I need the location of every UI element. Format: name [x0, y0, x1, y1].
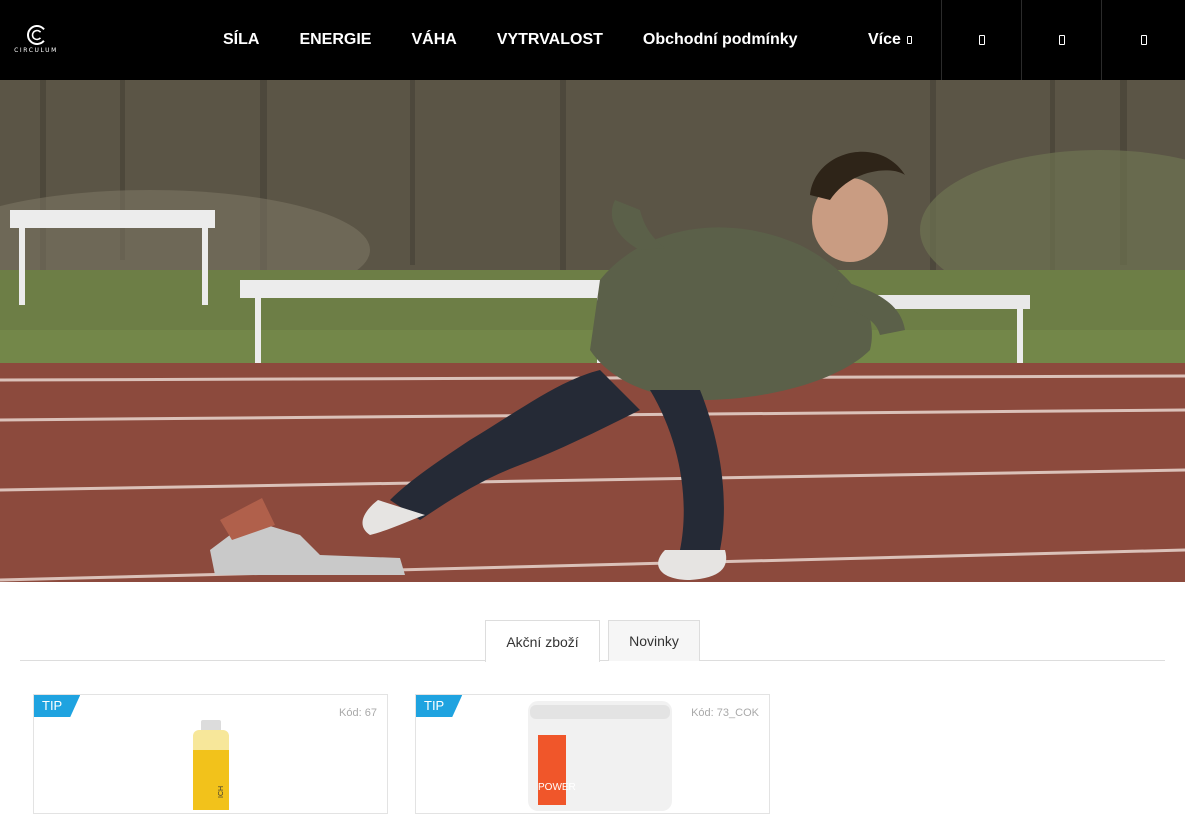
tip-badge: TIP [416, 695, 462, 717]
chevron-down-icon [906, 36, 912, 44]
nav-more-label: Více [868, 31, 901, 48]
product-code: Kód: 73_COK [691, 707, 759, 719]
product-card[interactable]: TIP Kód: 73_COK POWER [415, 694, 770, 814]
logo-mark-icon [27, 25, 47, 45]
hero-banner[interactable] [0, 80, 1185, 582]
product-image-bottle[interactable]: ICH [189, 720, 233, 810]
product-code: Kód: 67 [339, 707, 377, 719]
product-label-text: POWER [538, 782, 576, 793]
product-card[interactable]: TIP Kód: 67 ICH [33, 694, 388, 814]
logo-wordmark: CIRCULUM [14, 47, 58, 54]
nav-item-vaha[interactable]: VÁHA [411, 31, 456, 49]
tip-badge: TIP [34, 695, 80, 717]
product-code-label: Kód: [339, 707, 362, 719]
product-image-tub[interactable]: POWER [528, 701, 672, 811]
nav-item-vytrvalost[interactable]: VYTRVALOST [497, 31, 603, 49]
product-label-text: ICH [218, 786, 225, 798]
nav-more-button[interactable]: Více [868, 31, 912, 49]
cart-icon [1140, 35, 1147, 45]
tab-akcni-zbozi[interactable]: Akční zboží [485, 620, 600, 662]
nav-item-sila[interactable]: SÍLA [223, 31, 259, 49]
search-icon [978, 35, 985, 45]
tab-novinky[interactable]: Novinky [608, 620, 700, 661]
product-code-value: 67 [364, 707, 377, 719]
product-tabs: Akční zboží Novinky [20, 620, 1165, 662]
nav-item-obchodni-podminky[interactable]: Obchodní podmínky [643, 31, 798, 49]
user-icon [1058, 35, 1065, 45]
cart-button[interactable] [1101, 0, 1185, 80]
search-button[interactable] [941, 0, 1021, 80]
product-code-label: Kód: [691, 707, 714, 719]
product-code-value: 73_COK [716, 707, 759, 719]
hero-sprinter-image [0, 80, 1185, 582]
main-nav: SÍLA ENERGIE VÁHA VYTRVALOST Obchodní po… [223, 0, 838, 80]
brand-logo[interactable]: CIRCULUM [10, 22, 62, 58]
site-header: CIRCULUM SÍLA ENERGIE VÁHA VYTRVALOST Ob… [0, 0, 1185, 80]
account-button[interactable] [1021, 0, 1101, 80]
nav-item-energie[interactable]: ENERGIE [299, 31, 371, 49]
